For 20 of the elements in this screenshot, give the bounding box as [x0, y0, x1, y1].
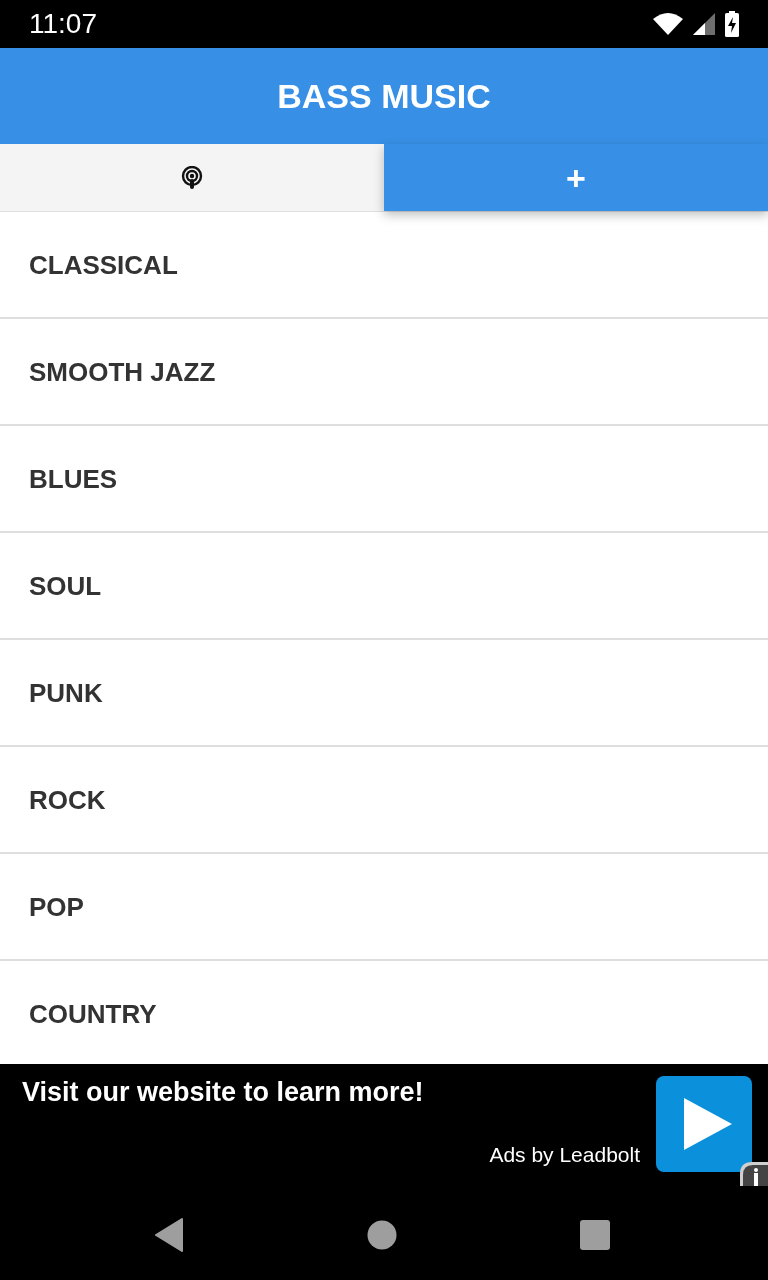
genre-label: ROCK: [29, 786, 106, 813]
genre-label: PUNK: [29, 679, 103, 706]
genre-label: BLUES: [29, 465, 118, 492]
genre-label: POP: [29, 893, 84, 920]
app-title: BASS MUSIC: [277, 79, 491, 113]
status-time: 11:07: [29, 10, 97, 38]
back-icon[interactable]: [154, 1218, 184, 1252]
ad-banner[interactable]: Visit our website to learn more! Ads by Leadbolt: [0, 1064, 768, 1190]
genre-label: SOUL: [29, 572, 102, 599]
ad-attribution: Ads by Leadbolt: [489, 1143, 640, 1165]
ad-headline: Visit our website to learn more!: [22, 1078, 425, 1108]
home-icon[interactable]: [367, 1220, 397, 1250]
podcast-icon: [180, 165, 204, 190]
wifi-icon: [653, 13, 683, 35]
genre-label: CLASSICAL: [29, 251, 178, 278]
info-icon[interactable]: [740, 1162, 768, 1186]
genre-label: COUNTRY: [29, 1000, 157, 1027]
signal-icon: [693, 13, 715, 35]
battery-charging-icon: [725, 11, 739, 37]
genre-label: SMOOTH JAZZ: [29, 358, 216, 385]
